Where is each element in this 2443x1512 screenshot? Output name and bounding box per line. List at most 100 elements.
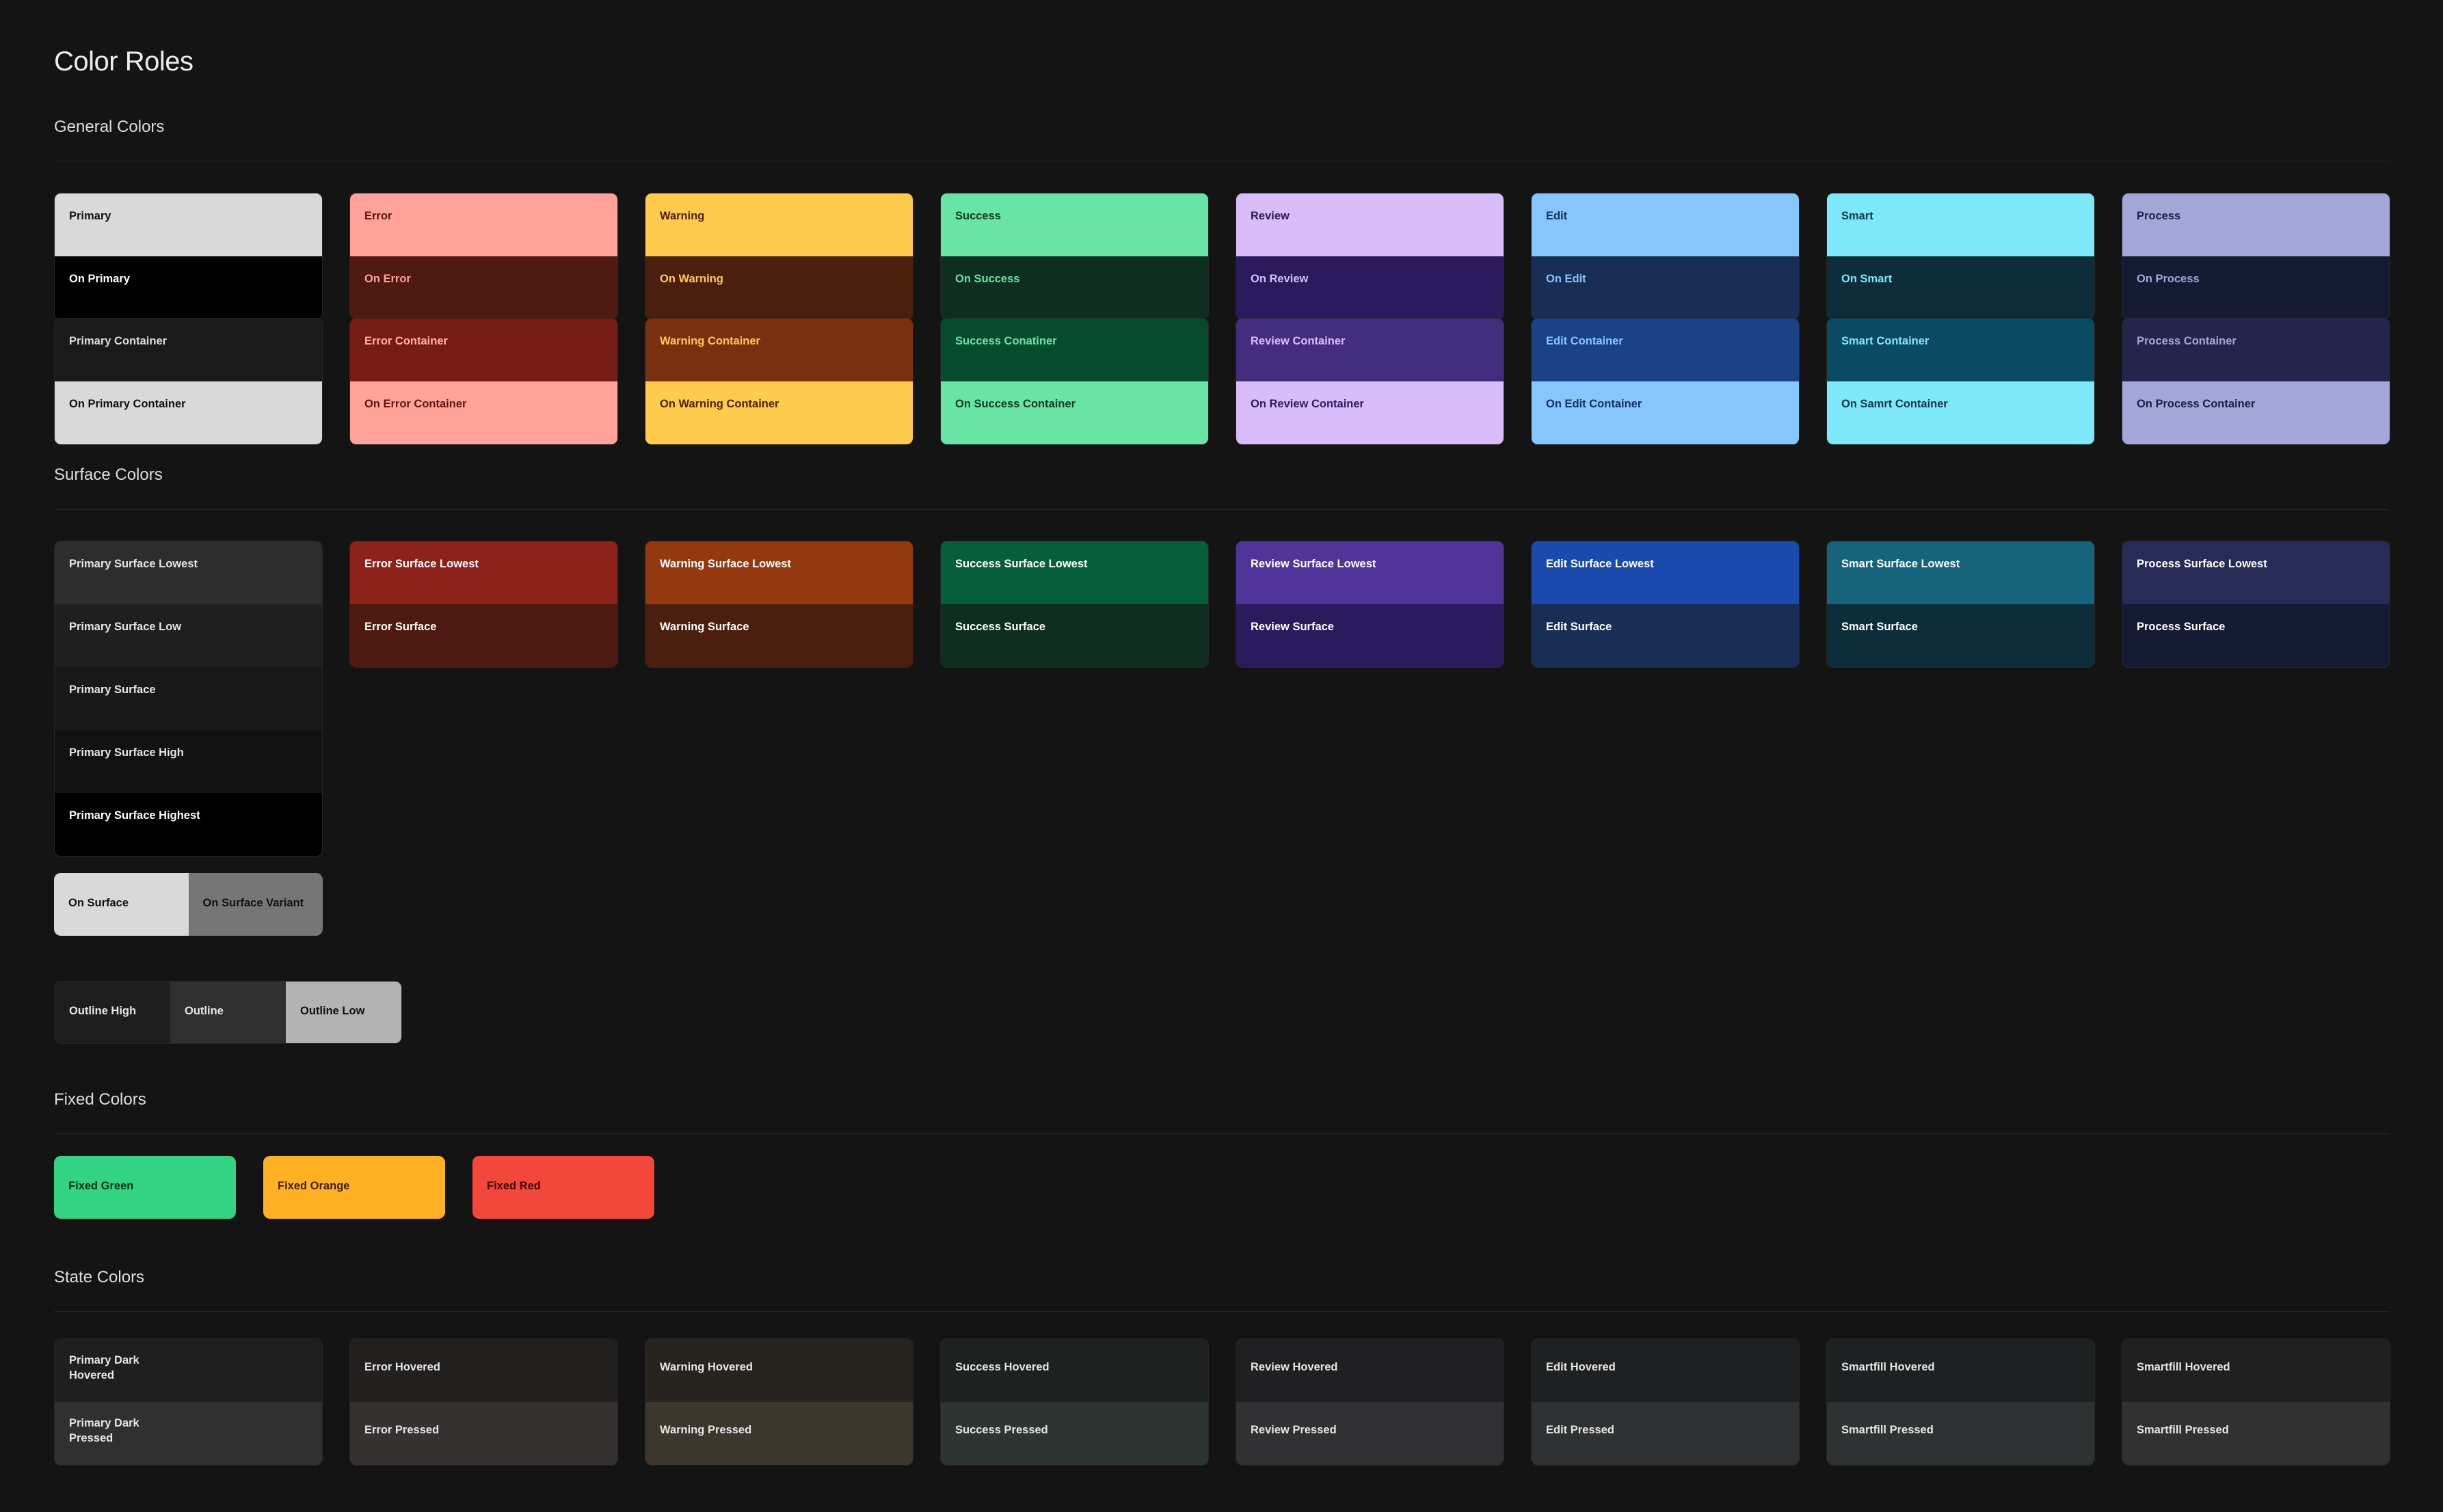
swatch-process-container: Process Container: [2122, 319, 2390, 381]
primary-surface-stack: Primary Surface Lowest Primary Surface Lo…: [54, 541, 323, 856]
swatch-primary-container: Primary Container: [55, 319, 322, 381]
color-card-review-hovered: Review Hovered Review Pressed: [1236, 1338, 1504, 1466]
swatch-on-warning-container: On Warning Container: [645, 381, 913, 444]
color-card-error-container: Error Container On Error Container: [349, 318, 618, 445]
color-card-review-container: Review Container On Review Container: [1236, 318, 1504, 445]
swatch-success-hovered: Success Hovered: [941, 1339, 1208, 1402]
swatch-smart: Smart: [1827, 193, 2094, 256]
color-card-process-container: Process Container On Process Container: [2122, 318, 2390, 445]
swatch-review-pressed: Review Pressed: [1236, 1402, 1504, 1465]
swatch-primary-dark-hovered: Primary Dark Hovered: [55, 1339, 322, 1402]
color-card-success-conatiner: Success Conatiner On Success Container: [940, 318, 1209, 445]
swatch-fixed-green: Fixed Green: [54, 1156, 236, 1219]
swatch-error-surface-lowest: Error Surface Lowest: [350, 541, 617, 604]
color-card-success-surface-lowest: Success Surface Lowest Success Surface: [940, 541, 1209, 668]
color-card-success: Success On Success: [940, 193, 1209, 320]
swatch-on-edit-container: On Edit Container: [1532, 381, 1799, 444]
swatch-on-error: On Error: [350, 256, 617, 319]
swatch-outline: Outline: [170, 982, 286, 1043]
swatch-on-warning: On Warning: [645, 256, 913, 319]
swatch-edit-container: Edit Container: [1532, 319, 1799, 381]
swatch-on-edit: On Edit: [1532, 256, 1799, 319]
swatch-smartfill-hovered: Smartfill Hovered: [2122, 1339, 2390, 1402]
section-title-fixed: Fixed Colors: [54, 1090, 146, 1109]
swatch-edit-surface: Edit Surface: [1532, 604, 1799, 667]
swatch-edit-hovered: Edit Hovered: [1532, 1339, 1799, 1402]
section-title-state: State Colors: [54, 1268, 145, 1286]
section-divider: [54, 509, 2390, 510]
swatch-success-surface-lowest: Success Surface Lowest: [941, 541, 1208, 604]
swatch-outline-low: Outline Low: [286, 982, 401, 1043]
swatch-process: Process: [2122, 193, 2390, 256]
swatch-on-primary-container: On Primary Container: [55, 381, 322, 444]
swatch-primary: Primary: [55, 193, 322, 256]
swatch-warning: Warning: [645, 193, 913, 256]
color-card-success-hovered: Success Hovered Success Pressed: [940, 1338, 1209, 1466]
swatch-smart-surface-lowest: Smart Surface Lowest: [1827, 541, 2094, 604]
swatch-outline-high: Outline High: [55, 982, 170, 1043]
color-card-warning-hovered: Warning Hovered Warning Pressed: [645, 1338, 913, 1466]
color-card-smart-surface-lowest: Smart Surface Lowest Smart Surface: [1826, 541, 2095, 668]
on-surface-variant-swatch: On Surface Variant: [188, 873, 323, 936]
color-roles-page: Color Roles General Colors Surface Color…: [0, 0, 2443, 1512]
swatch-review-surface: Review Surface: [1236, 604, 1504, 667]
swatch-on-smart: On Smart: [1827, 256, 2094, 319]
swatch-process-surface-lowest: Process Surface Lowest: [2122, 541, 2390, 604]
swatch-fixed-red: Fixed Red: [472, 1156, 654, 1219]
color-card-review: Review On Review: [1236, 193, 1504, 320]
swatch-success-conatiner: Success Conatiner: [941, 319, 1208, 381]
swatch-on-primary: On Primary: [55, 256, 322, 319]
swatch-error-container: Error Container: [350, 319, 617, 381]
swatch-review-surface-lowest: Review Surface Lowest: [1236, 541, 1504, 604]
color-card-primary-container: Primary Container On Primary Container: [54, 318, 323, 445]
swatch-on-review-container: On Review Container: [1236, 381, 1504, 444]
swatch-primary-dark-pressed: Primary Dark Pressed: [55, 1402, 322, 1465]
swatch-edit-surface-lowest: Edit Surface Lowest: [1532, 541, 1799, 604]
outline-swatches: Outline High Outline Outline Low: [54, 981, 402, 1044]
swatch-warning-pressed: Warning Pressed: [645, 1402, 913, 1465]
section-title-general: General Colors: [54, 118, 165, 136]
swatch-smartfill-hovered: Smartfill Hovered: [1827, 1339, 2094, 1402]
swatch-review-container: Review Container: [1236, 319, 1504, 381]
swatch-process-surface: Process Surface: [2122, 604, 2390, 667]
page-title: Color Roles: [54, 46, 193, 77]
color-card-edit: Edit On Edit: [1531, 193, 1800, 320]
swatch-error-surface: Error Surface: [350, 604, 617, 667]
color-card-smart: Smart On Smart: [1826, 193, 2095, 320]
on-surface-swatch: On Surface: [54, 873, 189, 936]
color-card-edit-hovered: Edit Hovered Edit Pressed: [1531, 1338, 1800, 1466]
color-card-error-surface-lowest: Error Surface Lowest Error Surface: [349, 541, 618, 668]
section-divider: [54, 1133, 2390, 1134]
section-divider: [54, 1311, 2390, 1312]
swatch-error-hovered: Error Hovered: [350, 1339, 617, 1402]
color-card-smart-container: Smart Container On Samrt Container: [1826, 318, 2095, 445]
swatch-on-review: On Review: [1236, 256, 1504, 319]
swatch-warning-hovered: Warning Hovered: [645, 1339, 913, 1402]
section-title-surface: Surface Colors: [54, 465, 163, 484]
swatch-edit-pressed: Edit Pressed: [1532, 1402, 1799, 1465]
swatch-primary-surface-low: Primary Surface Low: [55, 604, 322, 667]
swatch-on-process-container: On Process Container: [2122, 381, 2390, 444]
swatch-primary-surface: Primary Surface: [55, 667, 322, 730]
swatch-primary-surface-highest: Primary Surface Highest: [55, 793, 322, 856]
color-card-edit-container: Edit Container On Edit Container: [1531, 318, 1800, 445]
swatch-smartfill-pressed: Smartfill Pressed: [2122, 1402, 2390, 1465]
swatch-error: Error: [350, 193, 617, 256]
color-card-error-hovered: Error Hovered Error Pressed: [349, 1338, 618, 1466]
swatch-on-samrt-container: On Samrt Container: [1827, 381, 2094, 444]
swatch-smart-container: Smart Container: [1827, 319, 2094, 381]
color-card-warning: Warning On Warning: [645, 193, 913, 320]
color-card-process: Process On Process: [2122, 193, 2390, 320]
swatch-warning-surface-lowest: Warning Surface Lowest: [645, 541, 913, 604]
color-card-review-surface-lowest: Review Surface Lowest Review Surface: [1236, 541, 1504, 668]
swatch-fixed-orange: Fixed Orange: [263, 1156, 445, 1219]
color-card-smartfill-hovered: Smartfill Hovered Smartfill Pressed: [2122, 1338, 2390, 1466]
swatch-warning-surface: Warning Surface: [645, 604, 913, 667]
color-card-smartfill-hovered: Smartfill Hovered Smartfill Pressed: [1826, 1338, 2095, 1466]
swatch-warning-container: Warning Container: [645, 319, 913, 381]
swatch-on-success-container: On Success Container: [941, 381, 1208, 444]
swatch-success-surface: Success Surface: [941, 604, 1208, 667]
swatch-success: Success: [941, 193, 1208, 256]
swatch-success-pressed: Success Pressed: [941, 1402, 1208, 1465]
color-card-primary-dark-hovered: Primary Dark Hovered Primary Dark Pressed: [54, 1338, 323, 1466]
